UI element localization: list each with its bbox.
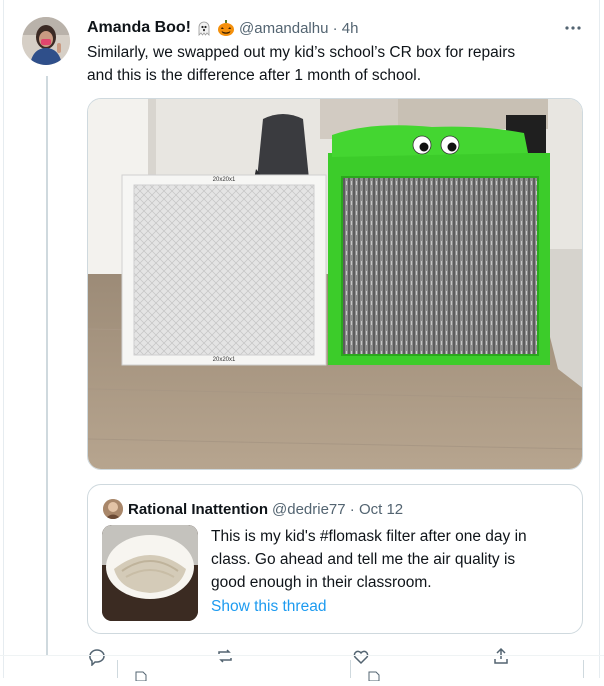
filter-size-label-top: 20x20x1 bbox=[213, 177, 236, 183]
ghost-icon bbox=[195, 19, 213, 37]
tweet-header: Amanda Boo! @amandalhu · 4h bbox=[87, 17, 358, 39]
avatar[interactable] bbox=[22, 17, 70, 65]
jack-o-lantern-icon bbox=[217, 19, 235, 37]
air-filters-photo: 20x20x1 20x20x1 bbox=[88, 99, 582, 469]
reply-icon[interactable] bbox=[87, 646, 111, 670]
handle-and-time[interactable]: @amandalhu · 4h bbox=[239, 20, 358, 37]
left-border bbox=[3, 0, 4, 678]
quote-display-name[interactable]: Rational Inattention bbox=[128, 501, 268, 518]
quote-text-line: good enough in their classroom. bbox=[211, 574, 432, 591]
used-mask-filter-photo bbox=[102, 525, 198, 621]
document-icon bbox=[135, 668, 147, 682]
thread-connector-line bbox=[46, 76, 48, 656]
tweet-text-line: and this is the difference after 1 month… bbox=[87, 67, 422, 84]
tweet-photo[interactable]: 20x20x1 20x20x1 bbox=[87, 98, 583, 470]
tweet-divider bbox=[0, 655, 604, 656]
quote-header: Rational Inattention @dedrie77 · Oct 12 bbox=[128, 499, 403, 519]
filter-size-label-bottom: 20x20x1 bbox=[213, 357, 236, 363]
avatar-image bbox=[22, 17, 70, 65]
quote-text-line: This is my kid's #flomask filter after o… bbox=[211, 528, 527, 545]
quote-avatar[interactable] bbox=[103, 499, 123, 519]
tweet-text: Similarly, we swapped out my kid’s schoo… bbox=[87, 41, 587, 87]
retweet-icon[interactable] bbox=[215, 646, 239, 670]
show-thread-link[interactable]: Show this thread bbox=[211, 595, 326, 618]
next-tweet-divider bbox=[583, 660, 584, 678]
quote-text: This is my kid's #flomask filter after o… bbox=[211, 525, 571, 594]
quote-photo[interactable] bbox=[102, 525, 198, 621]
right-border bbox=[599, 0, 600, 678]
tweet-actions bbox=[87, 646, 583, 678]
next-tweet-divider bbox=[117, 660, 118, 678]
quoted-tweet[interactable]: Rational Inattention @dedrie77 · Oct 12 … bbox=[87, 484, 583, 634]
more-options-icon[interactable] bbox=[561, 17, 585, 39]
tweet-text-line: Similarly, we swapped out my kid’s schoo… bbox=[87, 44, 516, 61]
like-icon[interactable] bbox=[351, 646, 375, 670]
document-icon bbox=[368, 668, 380, 682]
display-name[interactable]: Amanda Boo! bbox=[87, 19, 191, 37]
share-icon[interactable] bbox=[491, 646, 515, 670]
quote-text-line: class. Go ahead and tell me the air qual… bbox=[211, 551, 516, 568]
next-tweet-divider bbox=[350, 660, 351, 678]
quote-handle-and-time[interactable]: @dedrie77 · Oct 12 bbox=[272, 501, 403, 518]
